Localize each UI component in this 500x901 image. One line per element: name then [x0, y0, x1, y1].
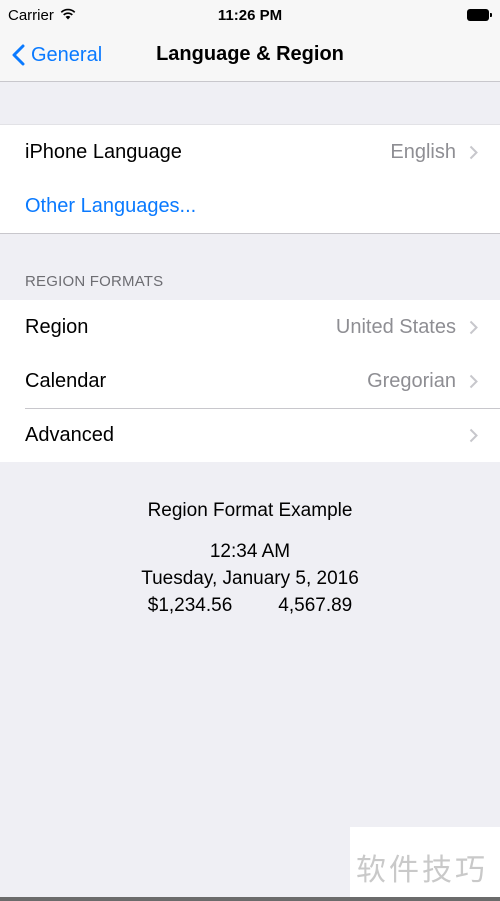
watermark-text: 软件技巧 [356, 853, 488, 888]
chevron-right-icon [469, 320, 478, 335]
advanced-row[interactable]: Advanced [0, 408, 500, 462]
chevron-right-icon [469, 374, 478, 389]
region-row[interactable]: Region United States [0, 300, 500, 354]
iphone-language-label: iPhone Language [25, 141, 182, 163]
battery-icon [467, 9, 492, 21]
page-title: Language & Region [156, 43, 344, 65]
region-format-example: Region Format Example 12:34 AM Tuesday, … [0, 500, 500, 619]
region-formats-group: Region United States Calendar Gregorian … [0, 300, 500, 462]
example-number: 4,567.89 [278, 595, 353, 616]
bottom-edge [0, 897, 500, 901]
other-languages-link[interactable]: Other Languages... [25, 195, 196, 218]
example-date: Tuesday, January 5, 2016 [141, 568, 359, 589]
chevron-right-icon [469, 145, 478, 160]
region-formats-header: REGION FORMATS [25, 273, 164, 290]
language-group: iPhone Language English Other Languages.… [0, 124, 500, 234]
other-languages-row[interactable]: Other Languages... [0, 179, 500, 233]
calendar-row[interactable]: Calendar Gregorian [0, 354, 500, 408]
example-currency: $1,234.56 [147, 595, 233, 616]
clock: 11:26 PM [217, 7, 283, 24]
calendar-value: Gregorian [367, 370, 456, 392]
region-label: Region [25, 316, 89, 338]
region-value: United States [335, 316, 456, 338]
iphone-language-row[interactable]: iPhone Language English [0, 125, 500, 179]
calendar-label: Calendar [25, 370, 107, 392]
advanced-label: Advanced [25, 424, 114, 446]
iphone-language-value: English [390, 141, 456, 163]
example-title: Region Format Example [147, 500, 353, 521]
example-numbers: $1,234.56 4,567.89 [0, 592, 500, 619]
navigation-bar: General Language & Region [0, 30, 500, 82]
example-time: 12:34 AM [209, 541, 291, 562]
watermark: 软件技巧 [350, 827, 500, 897]
chevron-right-icon [469, 428, 478, 443]
status-bar: Carrier 11:26 PM [0, 0, 500, 30]
